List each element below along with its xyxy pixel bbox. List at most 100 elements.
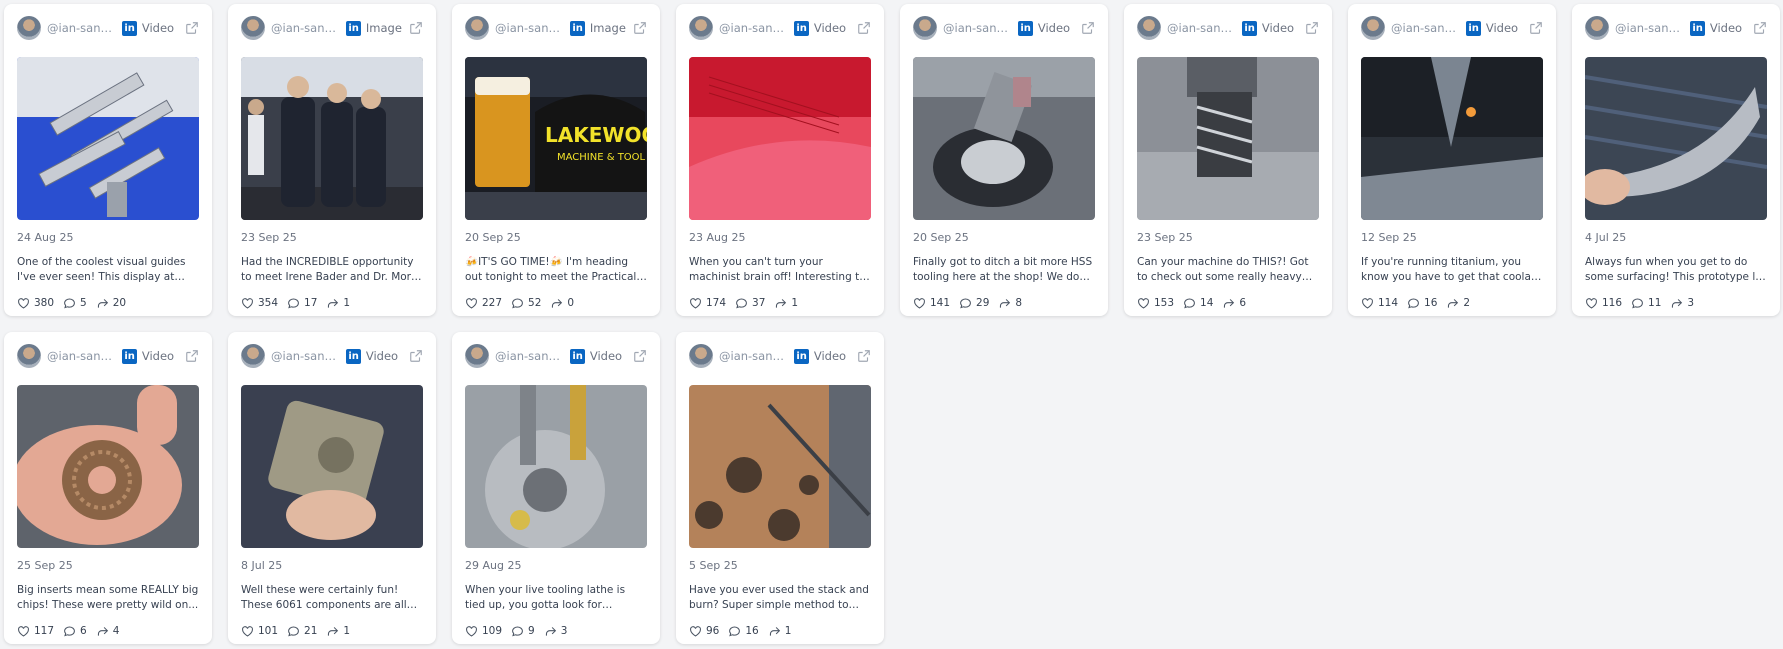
media-type-label: Video bbox=[365, 349, 399, 363]
linkedin-icon: in bbox=[346, 348, 361, 364]
post-thumbnail[interactable] bbox=[1585, 57, 1767, 220]
post-card[interactable]: @ian-sandusky in Video 4 Jul 25 Always f… bbox=[1572, 4, 1780, 316]
linkedin-icon: in bbox=[1018, 20, 1033, 36]
post-thumbnail[interactable] bbox=[17, 385, 199, 548]
likes-count: 380 bbox=[34, 297, 55, 309]
avatar bbox=[465, 344, 489, 368]
shares-count: 1 bbox=[784, 625, 792, 637]
engagement-stats: 174 37 1 bbox=[689, 295, 872, 311]
external-link-icon[interactable] bbox=[857, 20, 872, 36]
heart-icon bbox=[690, 625, 701, 637]
external-link-icon[interactable] bbox=[185, 20, 200, 36]
post-date: 5 Sep 25 bbox=[689, 559, 738, 572]
linkedin-icon: in bbox=[122, 348, 137, 364]
linkedin-icon: in bbox=[794, 348, 809, 364]
shares-stat: 6 bbox=[1222, 297, 1246, 310]
post-thumbnail[interactable] bbox=[1137, 57, 1319, 220]
author-handle[interactable]: @ian-sandusky bbox=[943, 21, 1014, 35]
external-link-icon[interactable] bbox=[409, 20, 424, 36]
share-icon bbox=[769, 626, 780, 636]
post-card[interactable]: @ian-sandusky in Image LAKEWOOD MACHINE &… bbox=[452, 4, 660, 316]
shares-stat: 1 bbox=[774, 297, 798, 310]
post-thumbnail[interactable] bbox=[241, 385, 423, 548]
share-icon bbox=[328, 626, 339, 636]
post-date: 29 Aug 25 bbox=[465, 559, 522, 572]
external-link-icon[interactable] bbox=[1305, 20, 1320, 36]
post-card[interactable]: @ian-sandusky in Video 12 Sep 25 If you'… bbox=[1348, 4, 1556, 316]
external-link-icon[interactable] bbox=[857, 348, 872, 364]
heart-icon bbox=[242, 625, 253, 637]
avatar bbox=[689, 16, 713, 40]
post-card[interactable]: @ian-sandusky in Video 23 Sep 25 Can you… bbox=[1124, 4, 1332, 316]
author-handle[interactable]: @ian-sandusky bbox=[495, 21, 566, 35]
external-link-icon[interactable] bbox=[1753, 20, 1768, 36]
author-handle[interactable]: @ian-sandusky bbox=[1615, 21, 1686, 35]
media-type-label: Video bbox=[1485, 21, 1519, 35]
avatar bbox=[1585, 16, 1609, 40]
shares-count: 0 bbox=[567, 297, 575, 309]
post-card[interactable]: @ian-sandusky in Image 23 Sep 25 Had the… bbox=[228, 4, 436, 316]
post-thumbnail[interactable] bbox=[689, 385, 871, 548]
post-card[interactable]: @ian-sandusky in Video 20 Sep 25 Finally… bbox=[900, 4, 1108, 316]
post-card[interactable]: @ian-sandusky in Video 24 Aug 25 One of … bbox=[4, 4, 212, 316]
post-header: @ian-sandusky in Video bbox=[241, 344, 424, 368]
avatar bbox=[241, 344, 265, 368]
heart-icon bbox=[1586, 297, 1597, 309]
avatar bbox=[1137, 16, 1161, 40]
post-thumbnail[interactable]: LAKEWOOD MACHINE & TOOL bbox=[465, 57, 647, 220]
linkedin-icon: in bbox=[570, 20, 585, 36]
comments-count: 16 bbox=[1424, 297, 1438, 309]
author-handle[interactable]: @ian-sandusky bbox=[271, 349, 342, 363]
post-card[interactable]: @ian-sandusky in Video 8 Jul 25 Well the… bbox=[228, 332, 436, 644]
post-thumbnail[interactable] bbox=[17, 57, 199, 220]
external-link-icon[interactable] bbox=[409, 348, 424, 364]
shares-stat: 1 bbox=[326, 625, 350, 638]
engagement-stats: 117 6 4 bbox=[17, 623, 200, 639]
external-link-icon[interactable] bbox=[1529, 20, 1544, 36]
media-type-label: Video bbox=[589, 349, 623, 363]
media-type-label: Video bbox=[1261, 21, 1295, 35]
author-handle[interactable]: @ian-sandusky bbox=[719, 349, 790, 363]
post-header: @ian-sandusky in Video bbox=[689, 344, 872, 368]
likes-stat: 117 bbox=[17, 625, 54, 638]
post-thumbnail[interactable] bbox=[689, 57, 871, 220]
avatar bbox=[913, 16, 937, 40]
comments-stat: 9 bbox=[511, 625, 535, 638]
likes-count: 117 bbox=[34, 625, 55, 637]
author-handle[interactable]: @ian-sandusky bbox=[47, 349, 118, 363]
post-thumbnail[interactable] bbox=[465, 385, 647, 548]
likes-count: 153 bbox=[1154, 297, 1175, 309]
post-thumbnail[interactable] bbox=[1361, 57, 1543, 220]
author-handle[interactable]: @ian-sandusky bbox=[1167, 21, 1238, 35]
share-icon bbox=[1672, 298, 1683, 308]
avatar bbox=[17, 344, 41, 368]
author-handle[interactable]: @ian-sandusky bbox=[495, 349, 566, 363]
external-link-icon[interactable] bbox=[633, 348, 648, 364]
author-handle[interactable]: @ian-sandusky bbox=[47, 21, 118, 35]
author-handle[interactable]: @ian-sandusky bbox=[719, 21, 790, 35]
external-link-icon[interactable] bbox=[633, 20, 648, 36]
author-handle[interactable]: @ian-sandusky bbox=[271, 21, 342, 35]
media-type-label: Video bbox=[141, 21, 175, 35]
heart-icon bbox=[18, 625, 29, 637]
post-date: 4 Jul 25 bbox=[1585, 231, 1627, 244]
comment-icon bbox=[1184, 298, 1195, 308]
comment-icon bbox=[1632, 298, 1643, 308]
post-text: Finally got to ditch a bit more HSS tool… bbox=[913, 256, 1093, 283]
external-link-icon[interactable] bbox=[1081, 20, 1096, 36]
post-card[interactable]: @ian-sandusky in Video 5 Sep 25 Have you… bbox=[676, 332, 884, 644]
share-icon bbox=[1224, 298, 1235, 308]
likes-stat: 109 bbox=[465, 625, 502, 638]
shares-stat: 1 bbox=[768, 625, 792, 638]
post-thumbnail[interactable] bbox=[241, 57, 423, 220]
post-card[interactable]: @ian-sandusky in Video 25 Sep 25 Big ins… bbox=[4, 332, 212, 644]
likes-stat: 227 bbox=[465, 297, 502, 310]
post-thumbnail[interactable] bbox=[913, 57, 1095, 220]
post-text: When your live tooling lathe is tied up,… bbox=[465, 584, 626, 611]
likes-count: 141 bbox=[930, 297, 951, 309]
post-card[interactable]: @ian-sandusky in Video 29 Aug 25 When yo… bbox=[452, 332, 660, 644]
external-link-icon[interactable] bbox=[185, 348, 200, 364]
author-handle[interactable]: @ian-sandusky bbox=[1391, 21, 1462, 35]
media-type-label: Image bbox=[589, 21, 626, 35]
post-card[interactable]: @ian-sandusky in Video 23 Aug 25 When yo… bbox=[676, 4, 884, 316]
